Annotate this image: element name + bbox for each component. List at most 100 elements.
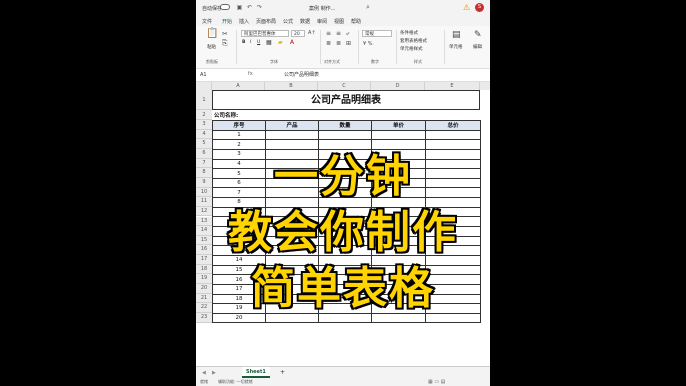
italic-button[interactable]: I [250,40,251,45]
table-cell[interactable] [425,148,481,160]
row-header[interactable]: 22 [196,303,212,313]
paste-label[interactable]: 粘贴 [207,44,216,50]
edit-icon[interactable]: ✎ [474,31,482,40]
user-avatar[interactable]: S [475,3,484,12]
document-name[interactable]: 案例 制作... [309,5,335,12]
copy-icon[interactable]: ⎘ [222,39,228,47]
serial-cell[interactable]: 1 [212,129,266,141]
table-header-cell[interactable]: 总价 [425,120,481,131]
row-header[interactable]: 7 [196,158,212,169]
tab-help[interactable]: 帮助 [351,18,361,25]
tab-home[interactable]: 开始 [222,18,233,27]
row-header[interactable]: 6 [196,148,212,159]
grow-font-icon[interactable]: A↑ [308,29,316,37]
row-header[interactable]: 23 [196,313,212,323]
column-header-c[interactable]: C [318,82,371,90]
conditional-format-button[interactable]: 条件格式 [400,30,418,36]
table-header-cell[interactable]: 数量 [318,120,372,131]
column-header-e[interactable]: E [425,82,480,90]
cells-icon[interactable]: ▤ [452,31,461,40]
row-header[interactable]: 18 [196,264,212,275]
table-header-cell[interactable]: 序号 [212,120,266,131]
serial-cell[interactable]: 3 [212,148,266,160]
column-header-b[interactable]: B [265,82,318,90]
accessibility-status[interactable]: 辅助功能: 一切就绪 [218,379,253,385]
table-cell[interactable] [425,168,481,179]
autosave-toggle[interactable] [220,4,230,10]
row-header[interactable]: 1 [196,90,212,110]
serial-cell[interactable]: 5 [212,168,266,179]
row-header[interactable]: 3 [196,120,212,130]
bold-button[interactable]: B [242,40,245,45]
row-header[interactable]: 16 [196,245,212,256]
sheet-tab[interactable]: Sheet1 [242,367,270,378]
font-color-icon[interactable]: A [290,39,294,47]
save-icon[interactable]: ▣ [236,4,243,11]
row-header[interactable]: 5 [196,139,212,149]
sheet-title-cell[interactable]: 公司产品明细表 [212,90,480,110]
table-cell[interactable] [318,129,372,141]
align-center-icon[interactable]: ≣ [336,40,341,48]
table-header-cell[interactable]: 产品 [265,120,319,131]
row-header[interactable]: 4 [196,129,212,140]
warning-icon[interactable]: ⚠ [463,3,470,12]
table-cell[interactable] [425,158,481,170]
undo-icon[interactable]: ↶ [246,4,253,11]
column-header-a[interactable]: A [212,82,265,90]
formula-input[interactable]: 公司产品明细表 [284,71,319,78]
table-header-cell[interactable]: 单价 [371,120,426,131]
prev-sheet-icon[interactable]: ◀ [202,370,206,376]
cut-icon[interactable]: ✂ [222,30,228,38]
border-icon[interactable]: ▦ [266,39,272,47]
serial-cell[interactable]: 4 [212,158,266,170]
format-as-table-button[interactable]: 套用表格格式 [400,38,427,44]
row-header[interactable]: 13 [196,216,212,227]
wrap-text-icon[interactable]: ⤶ [346,30,349,38]
table-cell[interactable] [265,129,319,141]
align-left-icon[interactable]: ≣ [326,40,331,48]
redo-icon[interactable]: ↷ [256,4,263,11]
fx-icon[interactable]: fx [248,71,253,77]
company-name-label[interactable]: 公司名称: [214,111,238,119]
edit-button[interactable]: 编辑 [473,44,482,50]
currency-icon[interactable]: ¥ % [363,40,373,48]
font-name-select[interactable]: 阿里巴巴普惠体 [241,30,289,37]
cells-button[interactable]: 单元格 [449,44,463,50]
align-middle-icon[interactable]: ≡ [336,30,341,38]
tab-data[interactable]: 数据 [300,18,310,25]
search-icon[interactable]: ⌕ [366,3,376,12]
row-header[interactable]: 15 [196,235,212,246]
table-cell[interactable] [425,177,481,189]
select-all-corner[interactable] [196,82,212,90]
number-format-select[interactable]: 常规 [362,30,392,37]
row-header[interactable]: 17 [196,255,212,265]
row-header[interactable]: 21 [196,293,212,304]
cell-styles-button[interactable]: 单元格样式 [400,46,423,52]
row-header[interactable]: 20 [196,284,212,294]
serial-cell[interactable]: 6 [212,177,266,189]
row-header[interactable]: 12 [196,206,212,217]
tab-page-layout[interactable]: 页面布局 [256,18,276,25]
column-header-d[interactable]: D [371,82,425,90]
tab-file[interactable]: 文件 [202,18,212,25]
row-header[interactable]: 14 [196,226,212,236]
row-header[interactable]: 2 [196,110,212,120]
row-header[interactable]: 19 [196,274,212,285]
row-header[interactable]: 9 [196,177,212,188]
tab-formulas[interactable]: 公式 [283,18,293,25]
serial-cell[interactable]: 2 [212,139,266,150]
add-sheet-icon[interactable]: + [280,369,285,376]
tab-insert[interactable]: 插入 [239,18,249,25]
tab-view[interactable]: 视图 [334,18,344,25]
fill-color-icon[interactable]: ▰ [278,39,283,47]
table-cell[interactable] [425,139,481,150]
table-cell[interactable] [371,129,426,141]
align-top-icon[interactable]: ≡ [326,30,331,38]
row-header[interactable]: 8 [196,168,212,178]
row-header[interactable]: 11 [196,197,212,207]
font-size-select[interactable]: 20 [291,30,305,37]
name-box[interactable]: A1 [200,71,236,79]
table-cell[interactable] [425,129,481,141]
next-sheet-icon[interactable]: ▶ [212,370,216,376]
view-buttons-icon[interactable]: ▦ ▭ ▤ [428,379,445,385]
